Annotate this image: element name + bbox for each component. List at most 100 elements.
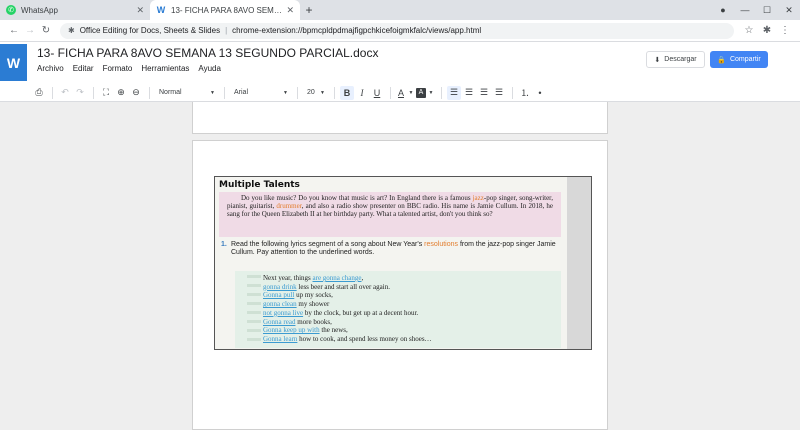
menu-editar[interactable]: Editar	[73, 64, 94, 73]
divider	[149, 86, 150, 99]
intro-highlight: jazz	[472, 194, 484, 202]
lyrics-line-marks	[247, 275, 261, 345]
divider	[52, 86, 53, 99]
download-button[interactable]: ⬇ Descargar	[646, 51, 705, 68]
menu-kebab-icon[interactable]: ⋮	[776, 25, 794, 36]
doc-info: 13- FICHA PARA 8AVO SEMANA 13 SEGUNDO PA…	[31, 42, 378, 84]
bulleted-list-icon[interactable]: •	[533, 86, 547, 100]
chevron-down-icon[interactable]: ▼	[407, 86, 415, 100]
fit-page-icon[interactable]: ⛶	[99, 86, 113, 100]
text-color-button[interactable]: A	[396, 86, 406, 100]
lyrics-text: Next year, things are gonna change, gonn…	[263, 274, 432, 344]
lyric-line: gonna clean my shower	[263, 300, 330, 309]
lyric-line: gonna drink less beer and start all over…	[263, 282, 390, 291]
share-label: Compartir	[729, 56, 761, 63]
word-logo-icon: W	[0, 44, 27, 81]
divider	[93, 86, 94, 99]
url-extension-name: Office Editing for Docs, Sheets & Slides	[79, 26, 221, 35]
chevron-down-icon[interactable]: ▼	[427, 86, 435, 100]
url-text: chrome-extension://bpmcpldpdmajfigpchkic…	[232, 26, 482, 35]
zoom-in-icon[interactable]: ⊕	[114, 86, 128, 100]
lyric-line: Next year, things are gonna change,	[263, 274, 364, 282]
align-right-icon[interactable]: ☰	[477, 86, 491, 100]
intro-highlight: drummer	[276, 202, 302, 210]
chevron-down-icon: ▼	[210, 89, 215, 96]
tab-whatsapp[interactable]: ✆ WhatsApp ✕	[0, 0, 150, 20]
maximize-icon[interactable]: ☐	[756, 5, 778, 16]
font-size-select[interactable]: 20 ▼	[303, 86, 329, 100]
numbered-list-icon[interactable]: ⒈	[518, 86, 532, 100]
document-page[interactable]	[192, 102, 608, 134]
chevron-down-icon: ▼	[320, 89, 325, 96]
redo-icon[interactable]: ↷	[73, 86, 87, 100]
app-header: W 13- FICHA PARA 8AVO SEMANA 13 SEGUNDO …	[0, 42, 800, 84]
align-left-icon[interactable]: ☰	[447, 85, 461, 100]
share-button[interactable]: 🔒 Compartir	[710, 51, 768, 68]
extensions-icon[interactable]: ✱	[758, 25, 776, 36]
print-icon[interactable]: ⎙	[32, 86, 46, 100]
address-bar: ← → ↻ ✱ Office Editing for Docs, Sheets …	[0, 20, 800, 42]
tab-title: WhatsApp	[21, 5, 58, 15]
whatsapp-icon: ✆	[6, 5, 16, 15]
document-canvas[interactable]: Multiple Talents Do you like music? Do y…	[0, 102, 800, 430]
bold-button[interactable]: B	[340, 85, 354, 100]
lyric-line: Gonna read more books,	[263, 317, 332, 326]
font-size-value: 20	[307, 89, 315, 96]
back-icon[interactable]: ←	[6, 25, 22, 36]
minimize-icon[interactable]: —	[734, 5, 756, 15]
lyric-line: not gonna live by the clock, but get up …	[263, 308, 419, 317]
menu-bar: Archivo Editar Formato Herramientas Ayud…	[37, 64, 378, 73]
style-value: Normal	[159, 89, 182, 96]
divider	[441, 86, 442, 99]
chevron-down-icon: ▼	[283, 89, 288, 96]
tab-title: 13- FICHA PARA 8AVO SEMANA 13 SEGUNDO PA…	[171, 5, 282, 15]
forward-icon[interactable]: →	[22, 25, 38, 36]
divider	[297, 86, 298, 99]
lyrics-box: Next year, things are gonna change, gonn…	[235, 271, 561, 348]
close-tab-icon[interactable]: ✕	[286, 5, 294, 16]
lyric-line: Gonna pull up my socks,	[263, 291, 333, 300]
menu-archivo[interactable]: Archivo	[37, 64, 64, 73]
profile-icon[interactable]: ●	[712, 5, 734, 15]
bookmark-star-icon[interactable]: ☆	[740, 25, 758, 36]
worksheet-image: Multiple Talents Do you like music? Do y…	[214, 176, 592, 350]
lyric-line: Gonna keep up with the news,	[263, 326, 348, 335]
question-text: Read the following lyrics segment of a s…	[231, 241, 425, 248]
divider	[390, 86, 391, 99]
document-page[interactable]: Multiple Talents Do you like music? Do y…	[192, 140, 608, 430]
menu-formato[interactable]: Formato	[103, 64, 133, 73]
align-justify-icon[interactable]: ☰	[492, 86, 506, 100]
close-tab-icon[interactable]: ✕	[136, 5, 144, 16]
url-separator: |	[225, 26, 228, 35]
intro-paragraph: Do you like music? Do you know that musi…	[219, 192, 561, 237]
image-margin-strip	[567, 177, 591, 349]
question-1: 1. Read the following lyrics segment of …	[221, 241, 561, 257]
question-highlight: resolutions	[424, 241, 459, 248]
divider	[224, 86, 225, 99]
highlight-button[interactable]: A	[416, 87, 426, 98]
word-icon: W	[156, 5, 166, 15]
align-center-icon[interactable]: ☰	[462, 86, 476, 100]
question-number: 1.	[221, 241, 227, 248]
new-tab-button[interactable]: +	[300, 0, 318, 20]
browser-tab-bar: ✆ WhatsApp ✕ W 13- FICHA PARA 8AVO SEMAN…	[0, 0, 800, 20]
menu-ayuda[interactable]: Ayuda	[198, 64, 221, 73]
font-select[interactable]: Arial ▼	[230, 86, 292, 100]
window-controls: ● — ☐ ✕	[712, 0, 800, 20]
download-label: Descargar	[664, 56, 697, 63]
menu-herramientas[interactable]: Herramientas	[141, 64, 189, 73]
underline-button[interactable]: U	[370, 86, 384, 100]
close-window-icon[interactable]: ✕	[778, 5, 800, 16]
reload-icon[interactable]: ↻	[38, 25, 54, 36]
style-select[interactable]: Normal ▼	[155, 86, 219, 100]
italic-button[interactable]: I	[355, 86, 369, 100]
tab-document[interactable]: W 13- FICHA PARA 8AVO SEMANA 13 SEGUNDO …	[150, 0, 300, 20]
intro-text: Do you like music? Do you know that musi…	[241, 194, 473, 202]
doc-title: 13- FICHA PARA 8AVO SEMANA 13 SEGUNDO PA…	[37, 46, 379, 60]
zoom-out-icon[interactable]: ⊖	[129, 86, 143, 100]
undo-icon[interactable]: ↶	[58, 86, 72, 100]
url-field[interactable]: ✱ Office Editing for Docs, Sheets & Slid…	[60, 22, 734, 39]
lock-icon: 🔒	[717, 56, 726, 64]
worksheet-heading: Multiple Talents	[219, 180, 300, 190]
formatting-toolbar: ⎙ ↶ ↷ ⛶ ⊕ ⊖ Normal ▼ Arial ▼ 20 ▼ B I U …	[0, 84, 800, 102]
